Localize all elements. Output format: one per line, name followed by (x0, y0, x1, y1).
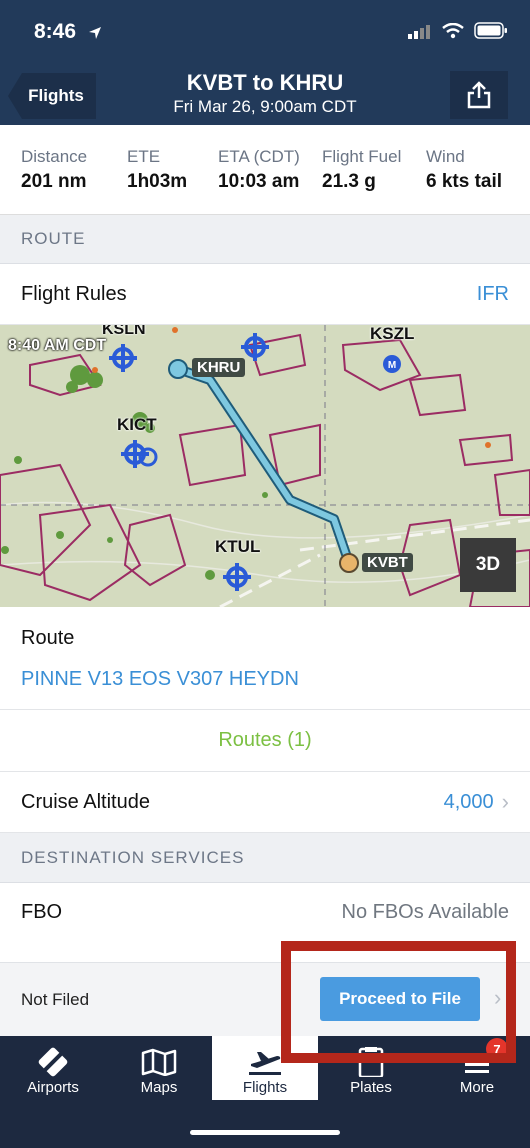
tab-airports[interactable]: Airports (0, 1036, 106, 1100)
stat-distance: Distance 201 nm (21, 125, 127, 214)
chevron-right-icon: › (501, 789, 509, 814)
flight-rules-label: Flight Rules (21, 282, 127, 305)
fbo-row[interactable]: FBO No FBOs Available (0, 883, 530, 941)
location-arrow-icon (89, 27, 101, 39)
stat-label: ETE (127, 147, 161, 166)
map-canvas: M (0, 325, 530, 607)
cruise-altitude-label: Cruise Altitude (21, 790, 150, 813)
section-header-destination: DESTINATION SERVICES (0, 833, 530, 883)
map-timestamp: 8:40 AM CDT (8, 337, 107, 354)
flight-rules-row[interactable]: Flight Rules IFR (0, 264, 530, 325)
flight-rules-value: IFR (476, 282, 509, 305)
stat-value: 21.3 g (322, 171, 376, 192)
wifi-icon (442, 22, 464, 38)
stat-wind: Wind 6 kts tail (426, 125, 526, 214)
stat-flight-fuel: Flight Fuel 21.3 g (322, 125, 426, 214)
stat-value: 10:03 am (218, 171, 300, 192)
stat-ete: ETE 1h03m (127, 125, 218, 214)
svg-text:M: M (388, 360, 396, 371)
fbo-label: FBO (21, 900, 63, 923)
status-indicators (408, 22, 508, 39)
map-label-kvbt: KVBT (362, 553, 413, 572)
tab-label: Maps (140, 1079, 178, 1096)
share-button[interactable] (450, 71, 508, 119)
map-label-khru: KHRU (192, 358, 246, 377)
stat-value: 201 nm (21, 171, 87, 192)
stat-label: Flight Fuel (322, 147, 402, 166)
home-indicator (190, 1130, 340, 1135)
tab-maps[interactable]: Maps (106, 1036, 212, 1100)
cruise-altitude-value: 4,000 (443, 790, 494, 813)
status-time: 8:46 (34, 20, 77, 43)
cellular-signal-icon (408, 24, 430, 39)
airports-icon (38, 1045, 68, 1079)
cruise-altitude-row[interactable]: Cruise Altitude 4,000 › (0, 772, 530, 833)
stat-label: Distance (21, 147, 88, 166)
share-icon (467, 81, 491, 109)
map-label-kszl: KSZL (370, 325, 415, 343)
flight-stats: Distance 201 nm ETE 1h03m ETA (CDT) 10:0… (0, 125, 530, 215)
battery-icon (474, 22, 507, 39)
routes-link[interactable]: Routes (1) (0, 710, 530, 772)
stat-label: ETA (CDT) (218, 147, 300, 166)
tab-label: More (459, 1079, 495, 1096)
fbo-value: No FBOs Available (341, 900, 510, 923)
map-label-ksln: KSLN (102, 325, 146, 338)
route-row[interactable]: Route PINNE V13 EOS V307 HEYDN (0, 607, 530, 710)
tab-label: Plates (350, 1079, 392, 1096)
stat-value: 1h03m (127, 171, 188, 192)
flights-icon (247, 1045, 283, 1079)
map-label-ktul: KTUL (215, 537, 261, 556)
route-value[interactable]: PINNE V13 EOS V307 HEYDN (21, 668, 509, 691)
stat-label: Wind (426, 147, 465, 166)
map-3d-button[interactable]: 3D (460, 538, 516, 592)
stat-value: 6 kts tail (426, 171, 503, 192)
route-map[interactable]: M 8:40 AM CDT KSLN KSZL KHRU KICT KTUL K… (0, 325, 530, 607)
section-header-route: ROUTE (0, 215, 530, 264)
maps-icon (141, 1045, 177, 1079)
stat-eta: ETA (CDT) 10:03 am (218, 125, 322, 214)
filing-status: Not Filed (21, 989, 90, 1009)
tab-label: Airports (27, 1079, 79, 1096)
map-label-kict: KICT (117, 415, 157, 434)
route-label: Route (21, 627, 75, 649)
app-header: 8:46 Flights KVBT to KHRU Fri Mar 26, 9:… (0, 0, 530, 125)
highlight-annotation (281, 941, 516, 1063)
tab-label: Flights (242, 1079, 288, 1096)
